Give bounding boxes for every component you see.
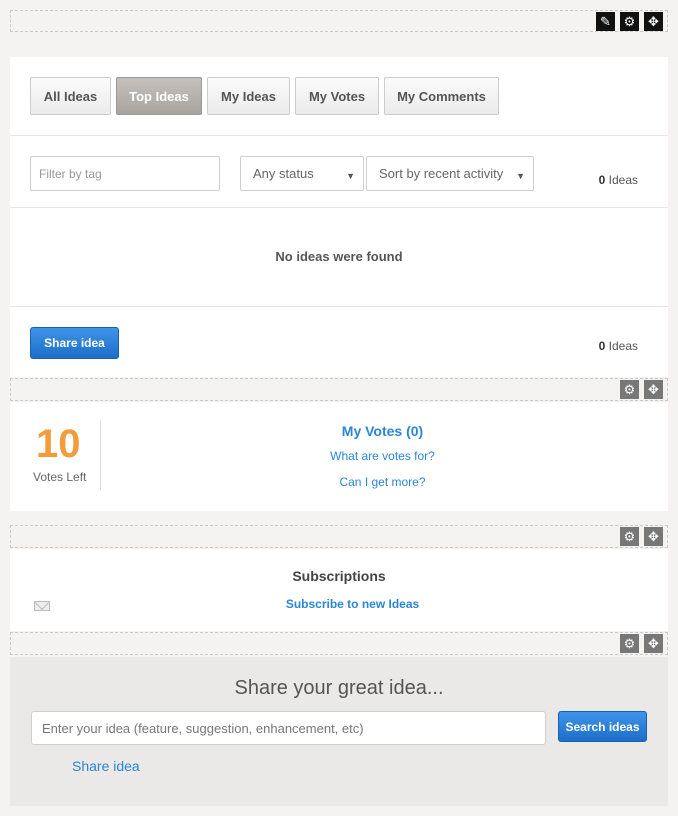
tab-my-comments[interactable]: My Comments	[384, 77, 499, 115]
divider	[10, 135, 668, 136]
move-icon[interactable]: ✥	[644, 527, 663, 546]
tab-top-ideas[interactable]: Top Ideas	[116, 77, 202, 115]
status-select-value: Any status	[253, 166, 314, 181]
tab-all-ideas[interactable]: All Ideas	[30, 77, 111, 115]
status-select[interactable]: Any status ▼	[240, 156, 364, 191]
share-idea-button[interactable]: Share idea	[30, 327, 119, 359]
ideas-count-number: 0	[598, 173, 606, 187]
ideas-count-number: 0	[598, 339, 606, 353]
share-title: Share your great idea...	[234, 677, 444, 699]
tab-my-ideas[interactable]: My Ideas	[207, 77, 290, 115]
idea-input[interactable]: Enter your idea (feature, suggestion, en…	[31, 711, 546, 745]
votes-panel: 10 Votes Left My Votes (0) What are vote…	[10, 402, 668, 511]
subscriptions-panel: Subscriptions Subscribe to new Ideas	[10, 549, 668, 631]
ideas-count-label: Ideas	[608, 173, 638, 187]
subscriptions-title: Subscriptions	[292, 568, 386, 584]
move-icon[interactable]: ✥	[644, 634, 663, 653]
ideas-count-bottom: 0 Ideas	[599, 339, 638, 353]
votes-left-number: 10	[36, 422, 81, 466]
search-ideas-button[interactable]: Search ideas	[558, 711, 647, 742]
gear-icon[interactable]: ⚙	[620, 527, 639, 546]
tab-my-votes[interactable]: My Votes	[295, 77, 379, 115]
chevron-down-icon: ▼	[346, 171, 355, 181]
divider	[10, 306, 668, 307]
my-votes-link[interactable]: My Votes (0)	[240, 423, 525, 439]
move-icon[interactable]: ✥	[644, 380, 663, 399]
ideas-count-top: 0 Ideas	[599, 173, 638, 187]
empty-message: No ideas were found	[275, 249, 403, 264]
chevron-down-icon: ▼	[516, 171, 525, 181]
widget-toolbar: ⚙ ✥	[10, 525, 668, 548]
widget-toolbar-top: ✎ ⚙ ✥	[10, 10, 668, 32]
ideas-tabs: All Ideas Top Ideas My Ideas My Votes My…	[30, 77, 499, 115]
filter-tag-input[interactable]: Filter by tag	[30, 156, 220, 191]
gear-icon[interactable]: ⚙	[620, 634, 639, 653]
ideas-count-label: Ideas	[608, 339, 638, 353]
get-more-votes-link[interactable]: Can I get more?	[240, 475, 525, 489]
mail-icon	[34, 601, 50, 611]
votes-info-link[interactable]: What are votes for?	[240, 449, 525, 463]
ideas-panel: All Ideas Top Ideas My Ideas My Votes My…	[10, 57, 668, 377]
move-icon[interactable]: ✥	[644, 12, 663, 31]
gear-icon[interactable]: ⚙	[620, 12, 639, 31]
widget-toolbar: ⚙ ✥	[10, 378, 668, 401]
pencil-icon[interactable]: ✎	[596, 12, 615, 31]
share-idea-link[interactable]: Share idea	[72, 758, 140, 774]
share-idea-panel: Share your great idea... Enter your idea…	[10, 657, 668, 806]
divider	[10, 207, 668, 208]
gear-icon[interactable]: ⚙	[620, 380, 639, 399]
divider	[100, 420, 101, 490]
sort-select-value: Sort by recent activity	[379, 166, 504, 181]
widget-toolbar: ⚙ ✥	[10, 632, 668, 655]
sort-select[interactable]: Sort by recent activity ▼	[366, 156, 534, 191]
subscribe-link[interactable]: Subscribe to new Ideas	[240, 597, 465, 611]
votes-left-label: Votes Left	[33, 470, 87, 484]
